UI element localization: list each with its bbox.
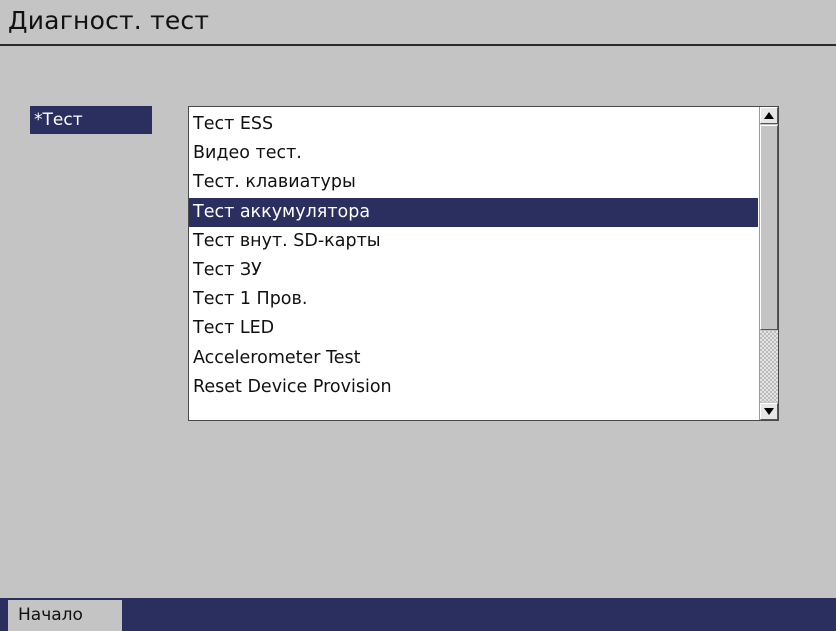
test-field-label[interactable]: *Тест xyxy=(30,106,152,134)
scroll-thumb[interactable] xyxy=(760,125,778,330)
scroll-down-arrow-icon[interactable] xyxy=(760,403,778,420)
test-listbox[interactable]: Тест ESS Видео тест. Тест. клавиатуры Те… xyxy=(188,106,779,421)
list-item-accelerometer-test[interactable]: Accelerometer Test xyxy=(189,344,758,373)
page-title: Диагност. тест xyxy=(8,6,210,35)
scroll-down-arrow-glyph xyxy=(764,408,774,415)
list-item-battery-test[interactable]: Тест аккумулятора xyxy=(189,197,758,227)
list-item-ess-test[interactable]: Тест ESS xyxy=(189,110,758,139)
list-item-charger-test[interactable]: Тест ЗУ xyxy=(189,256,758,285)
start-button[interactable]: Начало xyxy=(8,600,122,631)
list-item-reset-device-provision[interactable]: Reset Device Provision xyxy=(189,373,758,402)
list-item-keyboard-test[interactable]: Тест. клавиатуры xyxy=(189,168,758,197)
list-item-video-test[interactable]: Видео тест. xyxy=(189,139,758,168)
list-item-one-wire-test[interactable]: Тест 1 Пров. xyxy=(189,285,758,314)
diagnostic-test-screen: Диагност. тест *Тест Тест ESS Видео тест… xyxy=(0,0,836,631)
title-bar: Диагност. тест xyxy=(0,0,836,46)
scroll-up-arrow-glyph xyxy=(764,112,774,119)
test-list-items: Тест ESS Видео тест. Тест. клавиатуры Те… xyxy=(189,110,758,402)
scroll-track[interactable] xyxy=(760,331,778,402)
scroll-up-arrow-icon[interactable] xyxy=(760,107,778,124)
list-item-internal-sd-card-test[interactable]: Тест внут. SD-карты xyxy=(189,227,758,256)
bottom-softkey-bar xyxy=(0,598,836,631)
list-scrollbar[interactable] xyxy=(759,107,778,420)
list-item-led-test[interactable]: Тест LED xyxy=(189,314,758,343)
